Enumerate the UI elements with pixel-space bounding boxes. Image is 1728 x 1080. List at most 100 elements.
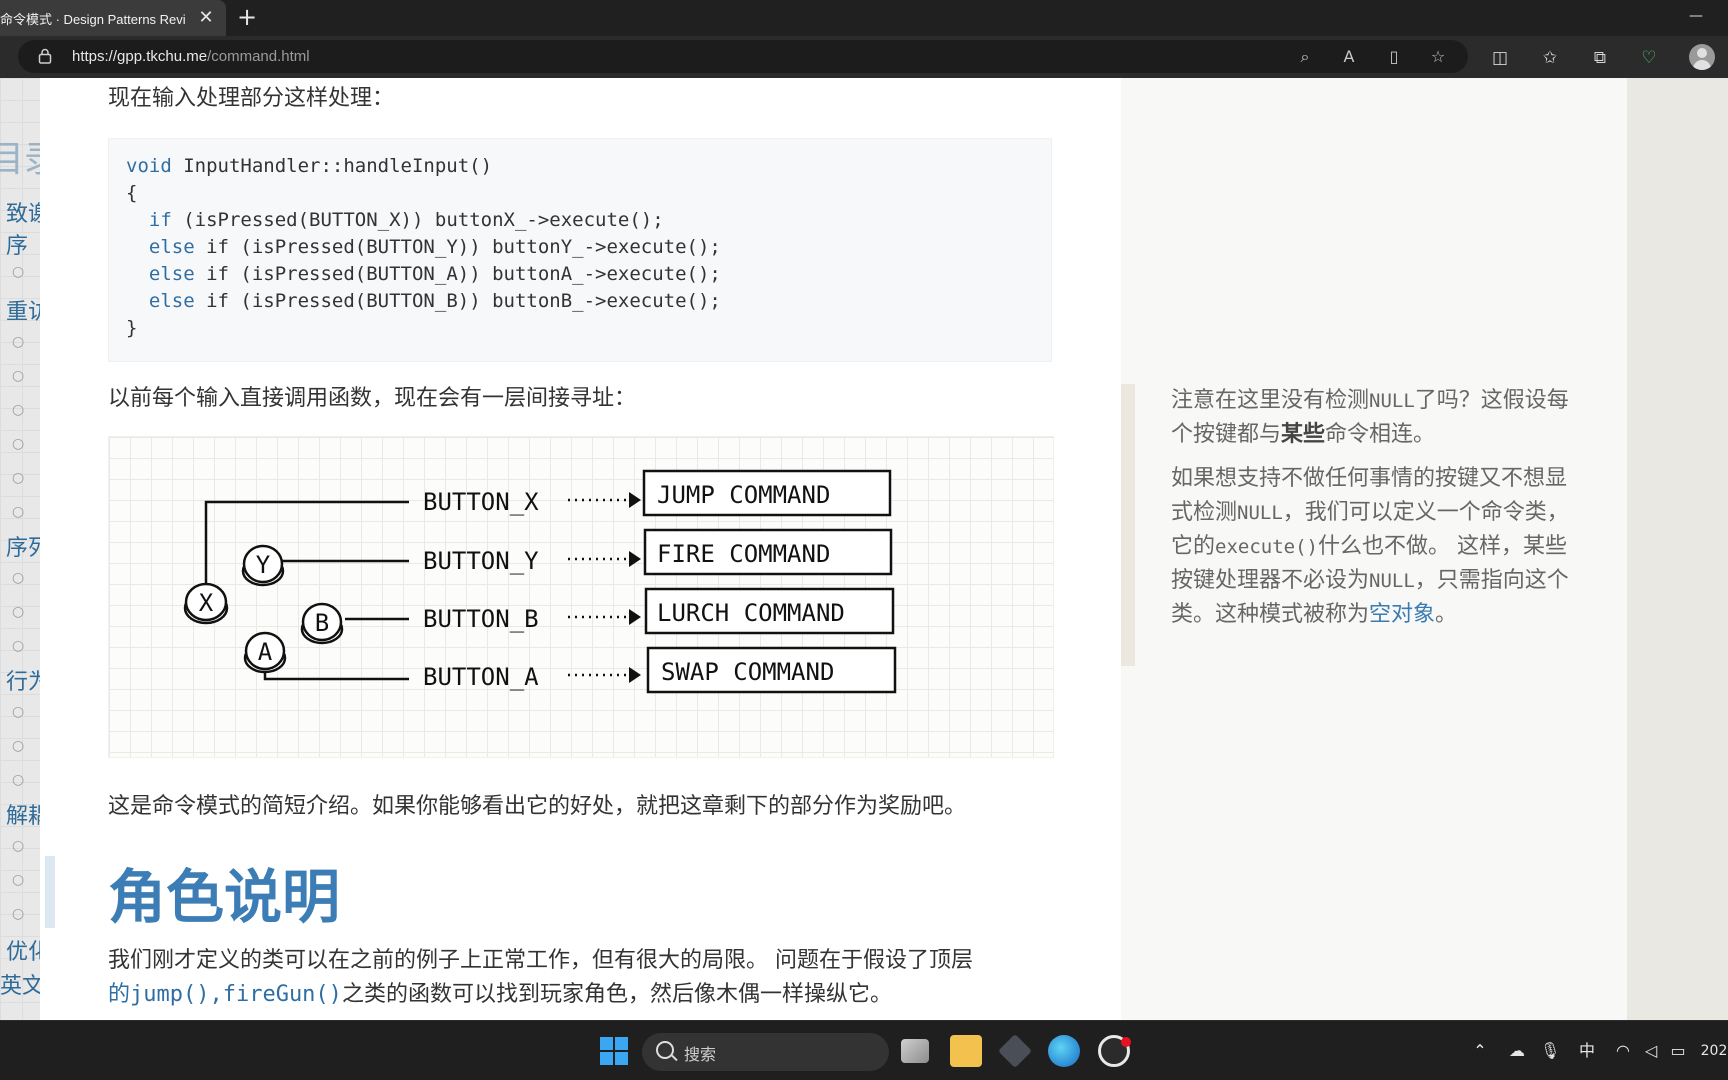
code-line: if (isPressed(BUTTON_X)) buttonX_->execu… [126,209,664,231]
key-label: B [315,609,329,637]
search-placeholder: 搜索 [684,1045,717,1064]
address-bar[interactable]: https://gpp.tkchu.me/command.html ⌕ A ▯ … [18,40,1468,73]
aside-note-2: 如果想支持不做任何事情的按键又不想显式检测NULL，我们可以定义一个命令类，它的… [1171,466,1569,627]
file-explorer-icon[interactable] [950,1035,982,1067]
toc-bullet: ○ [12,704,25,720]
key-label: X [199,589,214,617]
controller-button-x: X [183,582,229,625]
tab-title: 命令模式 · Design Patterns Revisited [0,11,186,27]
code-token: if (isPressed(BUTTON_Y)) buttonY_->execu… [194,236,721,258]
intro-text: 现在输入处理部分这样处理： [108,86,395,111]
wire-a [263,671,409,681]
ime-indicator[interactable]: 中 [1575,1039,1599,1063]
command-label: JUMP COMMAND [657,481,830,509]
toc-bullet: ○ [12,436,25,452]
button-label: BUTTON_Y [423,547,539,575]
code-keyword: void [126,155,172,177]
command-diagram: X Y B A BUTTON_X JUMP COMMAND BUTTON_Y F… [108,436,1054,758]
favorites-icon[interactable]: ✩ [1538,46,1562,70]
aside-column: 注意在这里没有检测NULL了吗？这假设每个按键都与某些命令相连。 如果想支持不做… [1121,78,1627,1020]
code-block: void InputHandler::handleInput() { if (i… [108,138,1052,362]
section-title: 角色说明 [108,863,341,931]
code-line: else if (isPressed(BUTTON_B)) buttonB_->… [126,290,721,312]
code-token: } [126,317,138,339]
wire-x [204,500,409,585]
toc-bullet: ○ [12,334,25,350]
body-line-2-text: 之类的函数可以找到玩家角色，然后像木偶一样操纵它。 [341,982,892,1007]
controller-button-y: Y [241,544,285,587]
code-text: void InputHandler::handleInput() { if (i… [126,153,721,342]
performance-icon[interactable]: ♡ [1637,46,1661,70]
toc-bullet: ○ [12,604,25,620]
split-screen-icon[interactable]: ◫ [1488,46,1512,70]
summary-text: 这是命令模式的简短介绍。如果你能够看出它的好处，就把这章剩下的部分作为奖励吧。 [108,794,967,819]
controller-button-a: A [243,631,287,674]
button-label: BUTTON_X [423,488,539,516]
toc-bullet: ○ [12,570,25,586]
null-object-link[interactable]: 空对象 [1369,602,1435,627]
toc-bullet: ○ [12,838,25,854]
profile-avatar[interactable] [1689,44,1715,70]
toc-bullet: ○ [12,872,25,888]
minimize-window-button[interactable]: — [1684,4,1708,28]
key-label: Y [256,551,271,579]
battery-icon[interactable]: ▭ [1666,1039,1690,1063]
toc-link-english[interactable]: 英文 [0,968,44,1000]
clock[interactable]: 202 [1700,1039,1728,1063]
reader-icon[interactable]: ▯ [1383,46,1405,68]
toc-link-1[interactable]: 序 [6,228,28,260]
cloud-icon[interactable]: ☁ [1505,1039,1529,1063]
key-label: A [258,638,273,666]
browser-toolbar: https://gpp.tkchu.me/command.html ⌕ A ▯ … [0,36,1728,78]
wifi-icon[interactable]: ◠ [1612,1039,1634,1063]
favorite-icon[interactable]: ☆ [1427,46,1449,68]
collections-icon[interactable]: ⧉ [1588,46,1612,70]
recording-badge [1121,1037,1131,1047]
close-tab-icon[interactable]: ✕ [196,8,216,28]
toc-bullet: ○ [12,504,25,520]
right-gutter [1627,78,1728,1020]
toc-bullet: ○ [12,470,25,486]
url-text[interactable]: https://gpp.tkchu.me/command.html [72,48,310,65]
code-token: InputHandler::handleInput() [171,155,493,177]
diagram-row-x: BUTTON_X JUMP COMMAND [423,469,892,517]
article-main: 现在输入处理部分这样处理： void InputHandler::handleI… [40,78,1121,1020]
task-view-icon[interactable] [901,1039,929,1063]
code-line: } [126,317,137,339]
button-label: BUTTON_B [423,605,539,633]
volume-icon[interactable]: ◁ [1640,1039,1662,1063]
indirection-text: 以前每个输入直接调用函数，现在会有一层间接寻址： [108,386,637,411]
read-aloud-icon[interactable]: A [1338,46,1360,68]
controller-button-b: B [300,602,344,645]
new-tab-button[interactable]: + [234,5,260,31]
lock-icon [38,48,52,64]
code-token: (isPressed(BUTTON_X)) buttonX_->execute(… [171,209,664,231]
code-keyword: if [148,209,172,231]
diagram-row-y: BUTTON_Y FIRE COMMAND [423,528,893,576]
url-host: https://gpp.tkchu.me [72,48,208,65]
taskbar-search[interactable]: 搜索 [642,1033,889,1071]
chevron-up-icon[interactable]: ⌃ [1470,1039,1490,1063]
toc-bullet: ○ [12,906,25,922]
button-label: BUTTON_A [423,663,539,691]
microphone-icon[interactable]: 🎙 [1540,1039,1560,1063]
zoom-icon[interactable]: ⌕ [1294,46,1316,68]
browser-tab[interactable]: 命令模式 · Design Patterns Revisited ✕ [0,0,226,36]
edge-browser-icon[interactable] [1048,1035,1080,1067]
toc-sidebar: 目录 致谢 序 ○ 重访 ○ ○ ○ ○ ○ ○ 序列 ○ ○ ○ 行为 ○ ○… [0,78,60,1020]
code-line: else if (isPressed(BUTTON_Y)) buttonY_->… [126,236,721,258]
toc-bullet: ○ [12,638,25,654]
code-line: { [126,182,137,204]
windows-start-icon[interactable] [600,1037,628,1065]
command-label: SWAP COMMAND [661,658,834,686]
search-icon [656,1041,674,1059]
diagram-row-b: BUTTON_B LURCH COMMAND [423,587,895,635]
command-label: FIRE COMMAND [657,540,830,568]
app-cube-icon[interactable] [998,1034,1032,1068]
diagram-row-a: BUTTON_A SWAP COMMAND [423,646,897,694]
command-label: LURCH COMMAND [657,599,845,627]
